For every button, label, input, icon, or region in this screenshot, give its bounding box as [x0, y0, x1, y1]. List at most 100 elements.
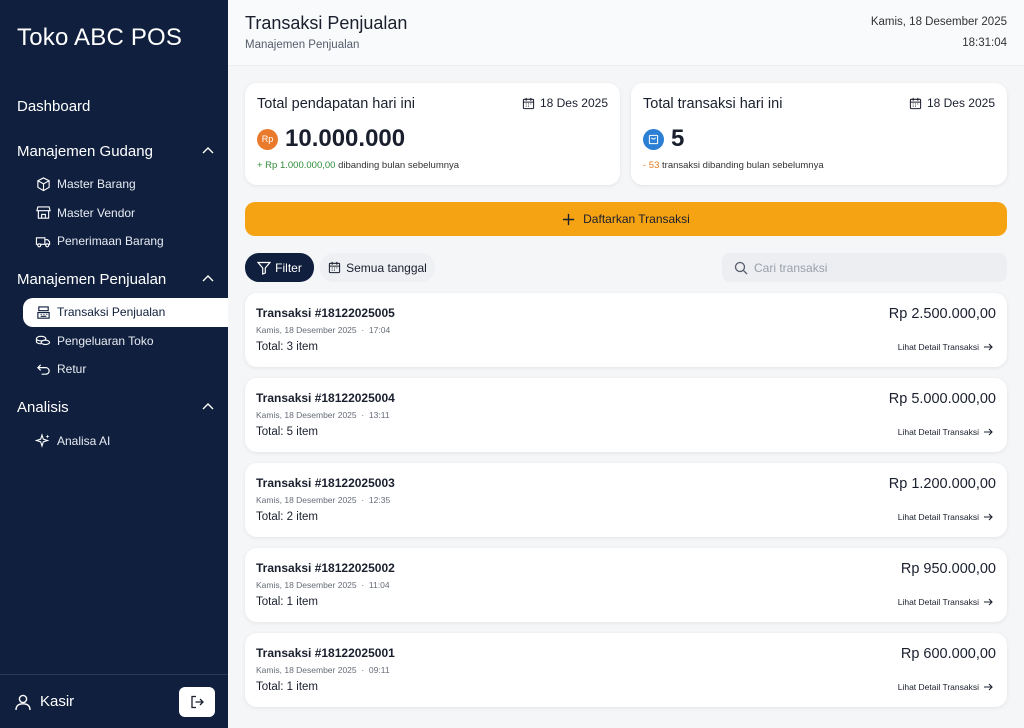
nav-section-label: Manajemen Penjualan	[17, 270, 167, 288]
chevron-up-icon	[202, 275, 214, 282]
nav-item-pengeluaran-toko[interactable]: Pengeluaran Toko	[0, 327, 228, 356]
revenue-card: Total pendapatan hari ini 18 Des 2025 Rp…	[245, 83, 620, 185]
date-filter-label: Semua tanggal	[346, 260, 427, 275]
transactions-card: Total transaksi hari ini 18 Des 2025 5 -…	[631, 83, 1007, 185]
transaction-card[interactable]: Transaksi #18122025002 Kamis, 18 Desembe…	[245, 548, 1007, 622]
transaction-time: 11:04	[368, 580, 390, 590]
nav-dashboard[interactable]: Dashboard	[17, 98, 90, 115]
truck-icon	[35, 233, 51, 249]
register-transaction-button[interactable]: Daftarkan Transaksi	[245, 202, 1007, 236]
transaction-id: Transaksi #18122025002	[256, 561, 395, 575]
nav-item-label: Pengeluaran Toko	[57, 333, 154, 348]
brand-title: Toko ABC POS	[17, 24, 183, 51]
transactions-card-date: 18 Des 2025	[909, 96, 995, 110]
transaction-datetime: Kamis, 18 Desember 2025 · 11:04	[256, 580, 390, 590]
transaction-detail-link[interactable]: Lihat Detail Transaksi	[898, 427, 993, 437]
arrow-right-icon	[984, 683, 993, 691]
transaction-datetime: Kamis, 18 Desember 2025 · 13:11	[256, 410, 390, 420]
transaction-id: Transaksi #18122025001	[256, 646, 395, 660]
user-name: Kasir	[40, 693, 75, 710]
transaction-detail-link[interactable]: Lihat Detail Transaksi	[898, 342, 993, 352]
transaction-amount: Rp 5.000.000,00	[888, 391, 996, 407]
transactions-compare: - 53 transaksi dibanding bulan sebelumny…	[643, 160, 824, 171]
nav-item-penerimaan-barang[interactable]: Penerimaan Barang	[0, 227, 228, 256]
transaction-total-items: Total: 5 item	[256, 426, 318, 438]
detail-link-label: Lihat Detail Transaksi	[897, 512, 979, 522]
revenue-delta: + Rp 1.000.000,00	[257, 160, 336, 171]
current-date: Kamis, 18 Desember 2025	[870, 16, 1007, 28]
transaction-total-items: Total: 3 item	[256, 341, 318, 353]
nav-item-master-barang[interactable]: Master Barang	[0, 170, 228, 199]
page-header: Transaksi Penjualan Manajemen Penjualan …	[228, 0, 1024, 66]
transaction-time: 12:35	[368, 495, 391, 505]
transaction-date: Kamis, 18 Desember 2025	[256, 410, 357, 420]
transaction-time: 09:11	[368, 665, 390, 675]
page-title: Transaksi Penjualan	[245, 13, 408, 33]
sidebar-footer: Kasir	[0, 674, 228, 728]
transaction-date: Kamis, 18 Desember 2025	[256, 325, 357, 335]
transactions-date-text: 18 Des 2025	[926, 96, 995, 110]
store-icon	[35, 205, 51, 221]
date-filter-button[interactable]: Semua tanggal	[320, 253, 435, 282]
nav-item-label: Penerimaan Barang	[57, 234, 164, 249]
search-input[interactable]	[754, 260, 994, 275]
box-icon	[35, 176, 51, 192]
transactions-compare-text: transaksi dibanding bulan sebelumnya	[659, 160, 824, 171]
revenue-amount: 10.000.000	[285, 125, 406, 152]
transaction-total-items: Total: 1 item	[256, 596, 318, 608]
logout-icon	[191, 695, 204, 708]
nav-section-gudang: Manajemen Gudang Master Barang Master Ve…	[0, 140, 228, 256]
user-profile[interactable]: Kasir	[14, 693, 74, 711]
nav-section-analisis-header[interactable]: Analisis	[0, 396, 228, 418]
transaction-detail-link[interactable]: Lihat Detail Transaksi	[898, 512, 993, 522]
revenue-card-title: Total pendapatan hari ini	[257, 96, 416, 112]
transaction-detail-link[interactable]: Lihat Detail Transaksi	[898, 597, 993, 607]
transaction-total-items: Total: 1 item	[256, 681, 318, 693]
nav-section-penjualan: Manajemen Penjualan Transaksi Penjualan …	[0, 268, 228, 384]
coins-icon	[35, 333, 51, 349]
nav-section-penjualan-header[interactable]: Manajemen Penjualan	[0, 268, 228, 290]
transaction-card[interactable]: Transaksi #18122025005 Kamis, 18 Desembe…	[245, 293, 1007, 367]
arrow-right-icon	[984, 428, 993, 436]
logout-button[interactable]	[179, 686, 215, 717]
transaction-card[interactable]: Transaksi #18122025001 Kamis, 18 Desembe…	[245, 633, 1007, 707]
filter-button[interactable]: Filter	[245, 253, 314, 282]
chevron-up-icon	[202, 147, 214, 154]
filter-icon	[257, 261, 272, 275]
nav-item-retur[interactable]: Retur	[0, 355, 228, 384]
transaction-datetime: Kamis, 18 Desember 2025 · 12:35	[256, 495, 391, 505]
register-icon	[35, 304, 51, 320]
page-subtitle: Manajemen Penjualan	[245, 39, 360, 51]
search-box	[722, 253, 1007, 282]
detail-link-label: Lihat Detail Transaksi	[897, 342, 979, 352]
transaction-time: 13:11	[368, 410, 390, 420]
nav-section-gudang-header[interactable]: Manajemen Gudang	[0, 140, 228, 162]
detail-link-label: Lihat Detail Transaksi	[897, 597, 979, 607]
transaction-card[interactable]: Transaksi #18122025004 Kamis, 18 Desembe…	[245, 378, 1007, 452]
nav-section-label: Analisis	[17, 398, 69, 416]
nav-section-analisis: Analisis Analisa AI	[0, 396, 228, 456]
transaction-date: Kamis, 18 Desember 2025	[256, 665, 357, 675]
main-content: Transaksi Penjualan Manajemen Penjualan …	[228, 0, 1024, 728]
transaction-id: Transaksi #18122025004	[256, 391, 395, 405]
transaction-detail-link[interactable]: Lihat Detail Transaksi	[898, 682, 993, 692]
transaction-time: 17:04	[368, 325, 391, 335]
nav-item-master-vendor[interactable]: Master Vendor	[0, 199, 228, 228]
nav-item-transaksi-penjualan[interactable]: Transaksi Penjualan	[23, 298, 228, 327]
search-icon	[734, 261, 748, 274]
revenue-date-text: 18 Des 2025	[539, 96, 608, 110]
nav-item-label: Transaksi Penjualan	[57, 305, 166, 320]
nav-item-analisa-ai[interactable]: Analisa AI	[0, 427, 228, 456]
sparkle-icon	[35, 433, 51, 449]
chevron-up-icon	[202, 403, 214, 410]
register-transaction-label: Daftarkan Transaksi	[583, 212, 690, 226]
current-time: 18:31:04	[962, 37, 1007, 49]
transaction-card[interactable]: Transaksi #18122025003 Kamis, 18 Desembe…	[245, 463, 1007, 537]
plus-icon	[563, 213, 575, 225]
revenue-value: Rp 10.000.000	[257, 125, 405, 153]
calendar-icon	[329, 261, 341, 274]
detail-link-label: Lihat Detail Transaksi	[897, 682, 979, 692]
transaction-amount: Rp 2.500.000,00	[888, 306, 996, 322]
calendar-icon	[909, 97, 922, 109]
transaction-amount: Rp 600.000,00	[900, 646, 996, 662]
